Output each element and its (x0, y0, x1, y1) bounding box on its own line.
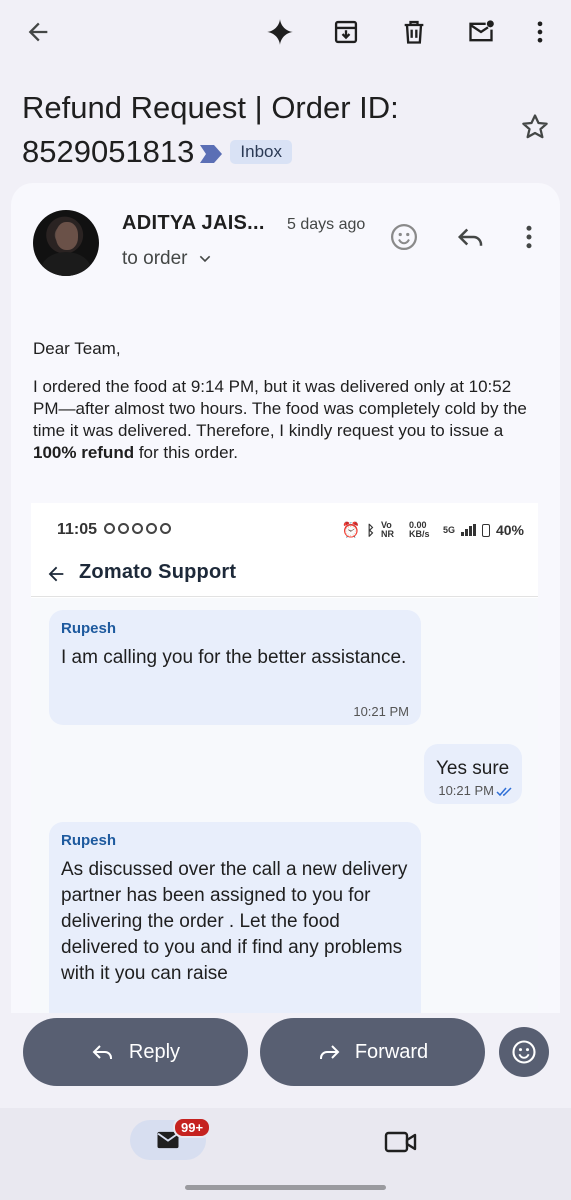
reply-arrow-icon (92, 1045, 112, 1059)
email-subject: Refund Request | Order ID: 8529051813 Inb… (22, 86, 492, 174)
back-arrow-icon[interactable] (18, 12, 58, 52)
gemini-sparkle-icon[interactable] (260, 12, 300, 52)
meet-video-icon[interactable] (384, 1128, 418, 1156)
notification-icons (104, 523, 171, 534)
important-marker-icon[interactable] (200, 144, 223, 163)
status-battery: 40% (495, 522, 524, 538)
emoji-reaction-icon[interactable] (384, 217, 424, 257)
signal-icon (460, 524, 476, 536)
body-text-part1: I ordered the food at 9:14 PM, but it wa… (33, 377, 527, 440)
chat-thread: Rupesh I am calling you for the better a… (31, 598, 538, 1013)
status-network: 5G (442, 525, 455, 535)
body-text-bold: 100% refund (33, 443, 135, 462)
bubble-time: 10:21 PM (438, 783, 494, 798)
status-speed: 0.00 KB/s (408, 520, 430, 539)
forward-button[interactable]: Forward (260, 1018, 485, 1086)
bubble-text: As discussed over the call a new deliver… (61, 859, 408, 984)
chat-header: Zomato Support (31, 553, 538, 597)
read-ticks-icon (496, 787, 512, 796)
sender-avatar[interactable] (33, 210, 99, 276)
reply-label: Reply (128, 1040, 181, 1063)
status-volte: Vo NR (380, 520, 394, 539)
delete-icon[interactable] (394, 12, 434, 52)
bubble-time: 10:21 PM (353, 704, 409, 719)
reply-button[interactable]: Reply (23, 1018, 248, 1086)
alarm-icon: ⏰ (341, 522, 361, 539)
bubble-text: I am calling you for the better assistan… (61, 647, 407, 668)
status-clock: 11:05 (57, 521, 98, 538)
top-app-bar (0, 0, 571, 64)
message-time: 5 days ago (287, 216, 366, 233)
embedded-screenshot[interactable]: 11:05 ⏰ ᛒ Vo NR 0.00 KB/s 5G 40% Zomato … (31, 503, 538, 1013)
star-icon[interactable] (520, 112, 556, 148)
message-more-icon[interactable] (509, 217, 549, 257)
sender-name[interactable]: ADITYA JAIS... (122, 212, 265, 235)
status-right: ⏰ ᛒ Vo NR 0.00 KB/s 5G 40% (341, 520, 524, 540)
chat-bubble-incoming: Rupesh As discussed over the call a new … (49, 822, 421, 1013)
recipient-text: to order (122, 248, 188, 269)
smiley-icon (512, 1040, 536, 1064)
battery-icon (481, 523, 490, 537)
inbox-label-chip[interactable]: Inbox (230, 139, 293, 164)
bubble-sender: Rupesh (61, 620, 117, 637)
bubble-sender: Rupesh (61, 832, 117, 849)
gesture-bar (185, 1185, 386, 1190)
emoji-reaction-button[interactable] (499, 1027, 549, 1077)
chevron-down-icon (200, 255, 211, 263)
chat-bubble-outgoing: Yes sure 10:21 PM (424, 744, 522, 804)
chat-title: Zomato Support (79, 561, 237, 583)
bubble-time-wrap: 10:21 PM (438, 783, 514, 798)
mark-unread-icon[interactable] (461, 12, 501, 52)
body-paragraph: I ordered the food at 9:14 PM, but it wa… (33, 376, 533, 464)
forward-label: Forward (354, 1040, 429, 1063)
bubble-text: Yes sure (436, 758, 510, 779)
chat-back-icon (48, 566, 64, 582)
bluetooth-icon: ᛒ (366, 522, 375, 538)
message-card: ADITYA JAIS... 5 days ago to order Dear … (11, 183, 560, 1013)
more-vert-icon[interactable] (520, 12, 560, 52)
greeting-text: Dear Team, (33, 339, 121, 358)
body-text-part2: for this order. (134, 443, 239, 462)
forward-arrow-icon (319, 1045, 340, 1059)
unread-count-badge: 99+ (173, 1117, 212, 1138)
phone-status-bar: 11:05 ⏰ ᛒ Vo NR 0.00 KB/s 5G 40% (31, 503, 538, 553)
archive-icon[interactable] (326, 12, 366, 52)
chat-bubble-incoming: Rupesh I am calling you for the better a… (49, 610, 421, 725)
recipient-line[interactable]: to order (122, 248, 213, 270)
reply-icon[interactable] (451, 217, 491, 257)
